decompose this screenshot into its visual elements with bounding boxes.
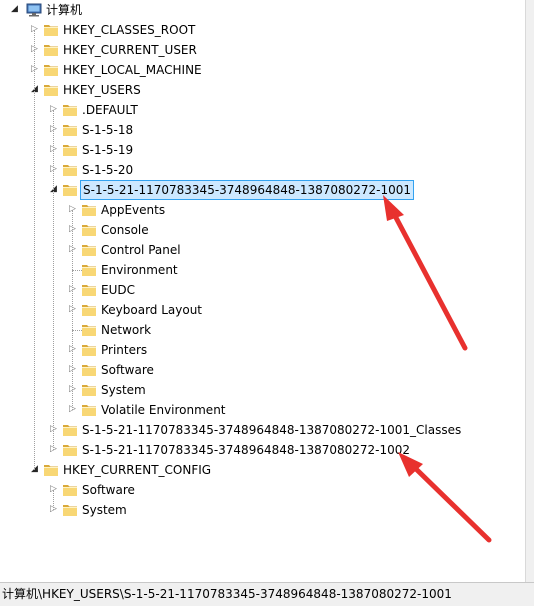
- status-path: 计算机\HKEY_USERS\S-1-5-21-1170783345-37489…: [2, 587, 452, 601]
- annotation-arrows: [383, 195, 492, 543]
- red-arrow-2: [398, 452, 492, 543]
- red-arrow-1: [383, 195, 468, 351]
- vertical-scrollbar[interactable]: [525, 0, 534, 582]
- registry-tree[interactable]: ◢ 计算机 ▷ HKEY_CLASSES_ROOT ▷ HKEY_CURRENT_US…: [0, 0, 525, 582]
- status-bar: 计算机\HKEY_USERS\S-1-5-21-1170783345-37489…: [0, 582, 534, 606]
